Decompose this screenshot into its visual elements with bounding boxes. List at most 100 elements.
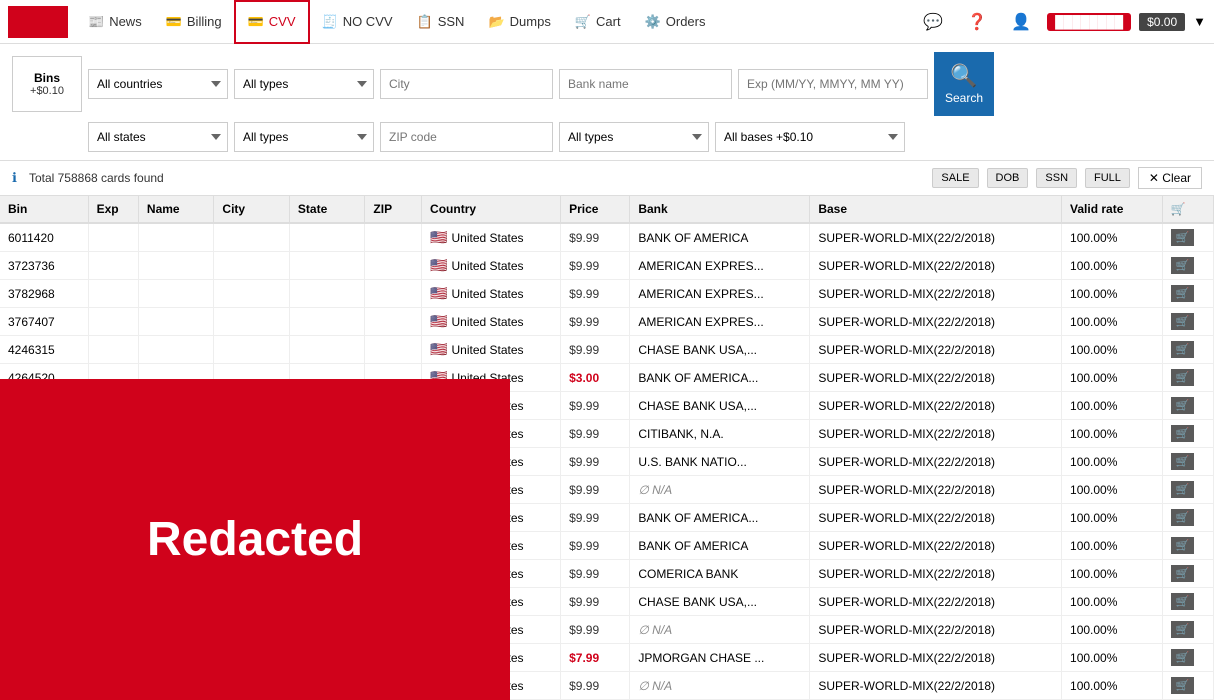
- nav-orders[interactable]: ⚙️ Orders: [633, 0, 718, 44]
- brand-logo[interactable]: [8, 6, 68, 38]
- nav-nocvv[interactable]: 🧾 NO CVV: [310, 0, 405, 44]
- cell-base: SUPER-WORLD-MIX(22/2/2018): [810, 420, 1062, 448]
- cell-cart-action[interactable]: 🛒: [1162, 308, 1213, 336]
- country-select[interactable]: All countries: [88, 69, 228, 99]
- add-to-cart-button[interactable]: 🛒: [1171, 285, 1195, 302]
- flag-icon: 🇺🇸: [430, 285, 447, 301]
- nav-cvv-label: CVV: [269, 14, 296, 29]
- info-icon: ℹ: [12, 170, 17, 186]
- add-to-cart-button[interactable]: 🛒: [1171, 369, 1195, 386]
- cell-cart-action[interactable]: 🛒: [1162, 560, 1213, 588]
- cell-bank: BANK OF AMERICA: [630, 532, 810, 560]
- cell-state: [289, 308, 365, 336]
- add-to-cart-button[interactable]: 🛒: [1171, 509, 1195, 526]
- ssn-button[interactable]: SSN: [1036, 168, 1077, 188]
- cell-cart-action[interactable]: 🛒: [1162, 223, 1213, 252]
- add-to-cart-button[interactable]: 🛒: [1171, 481, 1195, 498]
- dropdown-icon[interactable]: ▼: [1193, 14, 1206, 29]
- nav-dumps[interactable]: 📂 Dumps: [476, 0, 562, 44]
- cell-city: [214, 336, 290, 364]
- type2-select[interactable]: All types: [234, 122, 374, 152]
- sale-button[interactable]: SALE: [932, 168, 978, 188]
- table-row: 3782968 🇺🇸United States $9.99 AMERICAN E…: [0, 280, 1214, 308]
- bins-box[interactable]: Bins +$0.10: [12, 56, 82, 112]
- add-to-cart-button[interactable]: 🛒: [1171, 453, 1195, 470]
- cell-exp: [88, 223, 138, 252]
- cell-cart-action[interactable]: 🛒: [1162, 392, 1213, 420]
- cell-valid: 100.00%: [1062, 672, 1163, 700]
- cell-price: $9.99: [561, 252, 630, 280]
- cell-valid: 100.00%: [1062, 560, 1163, 588]
- city-input[interactable]: [380, 69, 553, 99]
- cell-cart-action[interactable]: 🛒: [1162, 644, 1213, 672]
- add-to-cart-button[interactable]: 🛒: [1171, 677, 1195, 694]
- add-to-cart-button[interactable]: 🛒: [1171, 425, 1195, 442]
- cell-cart-action[interactable]: 🛒: [1162, 672, 1213, 700]
- table-row: 3767407 🇺🇸United States $9.99 AMERICAN E…: [0, 308, 1214, 336]
- cell-price: $9.99: [561, 336, 630, 364]
- table-row: 4246315 🇺🇸United States $9.99 CHASE BANK…: [0, 336, 1214, 364]
- cell-valid: 100.00%: [1062, 223, 1163, 252]
- bank-input[interactable]: [559, 69, 732, 99]
- cell-exp: [88, 336, 138, 364]
- cell-bin: 3723736: [0, 252, 88, 280]
- flag-icon: 🇺🇸: [430, 341, 447, 357]
- nav-cvv[interactable]: 💳 CVV: [234, 0, 310, 44]
- add-to-cart-button[interactable]: 🛒: [1171, 621, 1195, 638]
- full-button[interactable]: FULL: [1085, 168, 1130, 188]
- cell-cart-action[interactable]: 🛒: [1162, 252, 1213, 280]
- cell-exp: [88, 252, 138, 280]
- nav-billing[interactable]: 💳 Billing: [154, 0, 234, 44]
- add-to-cart-button[interactable]: 🛒: [1171, 649, 1195, 666]
- help-button[interactable]: ❓: [959, 8, 995, 36]
- cell-city: [214, 280, 290, 308]
- cell-base: SUPER-WORLD-MIX(22/2/2018): [810, 392, 1062, 420]
- bases-select[interactable]: All bases +$0.10: [715, 122, 905, 152]
- add-to-cart-button[interactable]: 🛒: [1171, 593, 1195, 610]
- add-to-cart-button[interactable]: 🛒: [1171, 229, 1195, 246]
- exp-input[interactable]: [738, 69, 928, 99]
- cell-valid: 100.00%: [1062, 644, 1163, 672]
- nav-ssn[interactable]: 📋 SSN: [405, 0, 477, 44]
- add-to-cart-button[interactable]: 🛒: [1171, 537, 1195, 554]
- chat-button[interactable]: 💬: [915, 8, 951, 36]
- dob-button[interactable]: DOB: [987, 168, 1029, 188]
- cell-cart-action[interactable]: 🛒: [1162, 476, 1213, 504]
- nav-cart-label: Cart: [596, 14, 621, 29]
- cell-cart-action[interactable]: 🛒: [1162, 616, 1213, 644]
- flag-icon: 🇺🇸: [430, 229, 447, 245]
- flag-icon: 🇺🇸: [430, 313, 447, 329]
- user-button[interactable]: 👤: [1003, 8, 1039, 36]
- add-to-cart-button[interactable]: 🛒: [1171, 565, 1195, 582]
- type3-select[interactable]: All types: [559, 122, 709, 152]
- cell-bank: ∅ N/A: [630, 476, 810, 504]
- type1-select[interactable]: All types: [234, 69, 374, 99]
- add-to-cart-button[interactable]: 🛒: [1171, 341, 1195, 358]
- cell-cart-action[interactable]: 🛒: [1162, 280, 1213, 308]
- nav-nocvv-label: NO CVV: [343, 14, 393, 29]
- cell-cart-action[interactable]: 🛒: [1162, 448, 1213, 476]
- nav-news[interactable]: 📰 News: [76, 0, 154, 44]
- cell-price: $7.99: [561, 644, 630, 672]
- cell-cart-action[interactable]: 🛒: [1162, 364, 1213, 392]
- cell-cart-action[interactable]: 🛒: [1162, 420, 1213, 448]
- search-button[interactable]: 🔍 Search: [934, 52, 994, 116]
- filters-bar: Bins +$0.10 All countries All types 🔍 Se…: [0, 44, 1214, 161]
- state-select[interactable]: All states: [88, 122, 228, 152]
- cell-base: SUPER-WORLD-MIX(22/2/2018): [810, 644, 1062, 672]
- cell-price: $9.99: [561, 420, 630, 448]
- add-to-cart-button[interactable]: 🛒: [1171, 313, 1195, 330]
- add-to-cart-button[interactable]: 🛒: [1171, 397, 1195, 414]
- cell-price: $9.99: [561, 616, 630, 644]
- cell-country: 🇺🇸United States: [422, 336, 561, 364]
- add-to-cart-button[interactable]: 🛒: [1171, 257, 1195, 274]
- cell-cart-action[interactable]: 🛒: [1162, 532, 1213, 560]
- cell-bank: BANK OF AMERICA: [630, 223, 810, 252]
- nav-cart[interactable]: 🛒 Cart: [563, 0, 633, 44]
- clear-button[interactable]: ✕ Clear: [1138, 167, 1202, 189]
- cell-cart-action[interactable]: 🛒: [1162, 588, 1213, 616]
- cell-cart-action[interactable]: 🛒: [1162, 336, 1213, 364]
- zip-input[interactable]: [380, 122, 553, 152]
- balance-badge: $0.00: [1139, 13, 1185, 31]
- cell-cart-action[interactable]: 🛒: [1162, 504, 1213, 532]
